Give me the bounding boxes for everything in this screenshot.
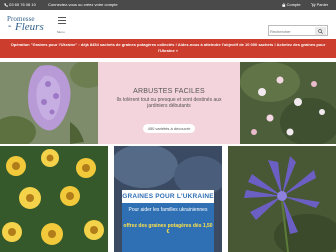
hero-card: ARBUSTES FACILES Ils tolèrent tout ou pr… — [98, 62, 240, 144]
logo-line-3: Fleurs — [15, 21, 44, 33]
phone-link[interactable]: 03 65 76 08 10 — [4, 2, 36, 7]
cart-icon — [311, 2, 316, 7]
hero-text: Ils tolèrent tout ou presque et sont des… — [116, 97, 222, 109]
discover-button[interactable]: 450 variétés à découvrir — [143, 124, 195, 133]
top-bar: 03 65 76 08 10 Connectez-vous ou créez v… — [0, 0, 336, 10]
ukraine-banner[interactable]: Opération "Graines pour l'Ukraine" : déj… — [0, 39, 336, 58]
promo-box: Pour aider les familles ukrainiennes off… — [122, 203, 214, 252]
search-button[interactable] — [315, 27, 326, 35]
account-label: Compte — [286, 2, 301, 7]
daisy-image[interactable] — [0, 146, 108, 252]
promo-offer: offrez des graines potagères dès 1,50 € — [123, 223, 213, 235]
search-box — [268, 25, 328, 36]
product-row: GRAINES POUR L'UKRAINE Pour aider les fa… — [0, 146, 336, 252]
logo-line-2: de — [8, 24, 12, 28]
site-logo[interactable]: Promesse de Fleurs — [6, 14, 50, 36]
lock-icon — [282, 2, 286, 7]
menu-icon[interactable] — [58, 17, 68, 29]
ukraine-promo-card[interactable]: GRAINES POUR L'UKRAINE Pour aider les fa… — [114, 146, 222, 252]
basket-label: Panier — [316, 2, 329, 7]
lilac-image[interactable] — [0, 62, 98, 144]
shrub-image[interactable] — [240, 62, 336, 144]
promo-text: Pour aider les familles ukrainiennes — [128, 207, 208, 213]
phone-icon — [4, 2, 8, 7]
hero-section: ARBUSTES FACILES Ils tolèrent tout ou pr… — [0, 62, 336, 144]
hero-title: ARBUSTES FACILES — [133, 88, 205, 95]
menu-label[interactable]: Menu — [57, 30, 65, 34]
site-header: Promesse de Fleurs Menu — [0, 10, 336, 38]
search-input[interactable] — [270, 27, 314, 35]
agapanthus-image[interactable] — [228, 146, 336, 252]
phone-number: 03 65 76 08 10 — [9, 2, 36, 7]
search-icon — [318, 28, 323, 34]
promo-title: GRAINES POUR L'UKRAINE — [122, 193, 214, 200]
basket-link[interactable]: Panier — [311, 2, 328, 7]
connect-link[interactable]: Connectez-vous ou créez votre compte — [48, 2, 118, 7]
account-link[interactable]: Compte — [282, 2, 301, 7]
